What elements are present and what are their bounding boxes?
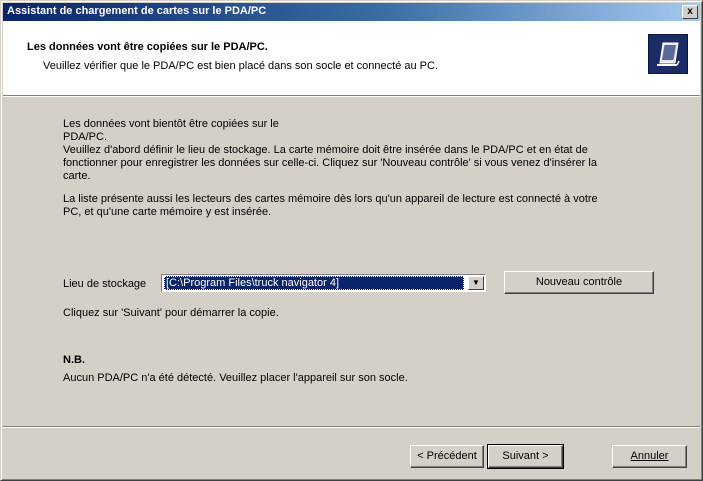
close-button[interactable]: x [682, 5, 698, 19]
nb-text: Aucun PDA/PC n'a été détecté. Veuillez p… [63, 372, 408, 384]
wizard-window: Assistant de chargement de cartes sur le… [0, 0, 703, 481]
intro-text: Les données vont bientôt être copiées su… [63, 118, 597, 183]
list-info-line: La liste présente aussi les lecteurs des… [63, 193, 598, 205]
dropdown-arrow-button[interactable]: ▼ [468, 276, 484, 290]
header-subtitle: Veuillez vérifier que le PDA/PC est bien… [43, 60, 439, 72]
intro-line: fonctionner pour enregistrer les données… [63, 157, 597, 169]
intro-line: Les données vont bientôt être copiées su… [63, 118, 279, 130]
intro-line: carte. [63, 170, 91, 182]
list-info-line: PC, et qu'une carte mémoire y est inséré… [63, 206, 272, 218]
back-button[interactable]: < Précédent [410, 445, 484, 468]
nb-title: N.B. [63, 354, 85, 366]
storage-label: Lieu de stockage [63, 278, 147, 290]
intro-line: PDA/PC. [63, 131, 108, 143]
next-hint: Cliquez sur 'Suivant' pour démarrer la c… [63, 307, 279, 319]
intro-line: Veuillez d'abord définir le lieu de stoc… [63, 144, 588, 156]
storage-location-select[interactable]: [C:\Program Files\truck navigator 4] ▼ [161, 274, 486, 292]
list-info-text: La liste présente aussi les lecteurs des… [63, 193, 598, 219]
title-bar[interactable]: Assistant de chargement de cartes sur le… [3, 3, 700, 21]
storage-location-value: [C:\Program Files\truck navigator 4] [164, 276, 464, 290]
close-icon: x [687, 6, 693, 17]
pda-icon-graphic [649, 35, 687, 73]
window-title: Assistant de chargement de cartes sur le… [7, 5, 267, 17]
header-title: Les données vont être copiées sur le PDA… [27, 41, 268, 53]
cancel-button[interactable]: Annuler [612, 445, 687, 468]
recheck-button[interactable]: Nouveau contrôle [504, 271, 654, 294]
header-separator [3, 95, 700, 97]
footer-separator [3, 426, 700, 428]
next-button[interactable]: Suivant > [487, 444, 564, 469]
pda-icon [648, 34, 688, 74]
wizard-header: Les données vont être copiées sur le PDA… [3, 21, 700, 95]
chevron-down-icon: ▼ [472, 278, 480, 287]
